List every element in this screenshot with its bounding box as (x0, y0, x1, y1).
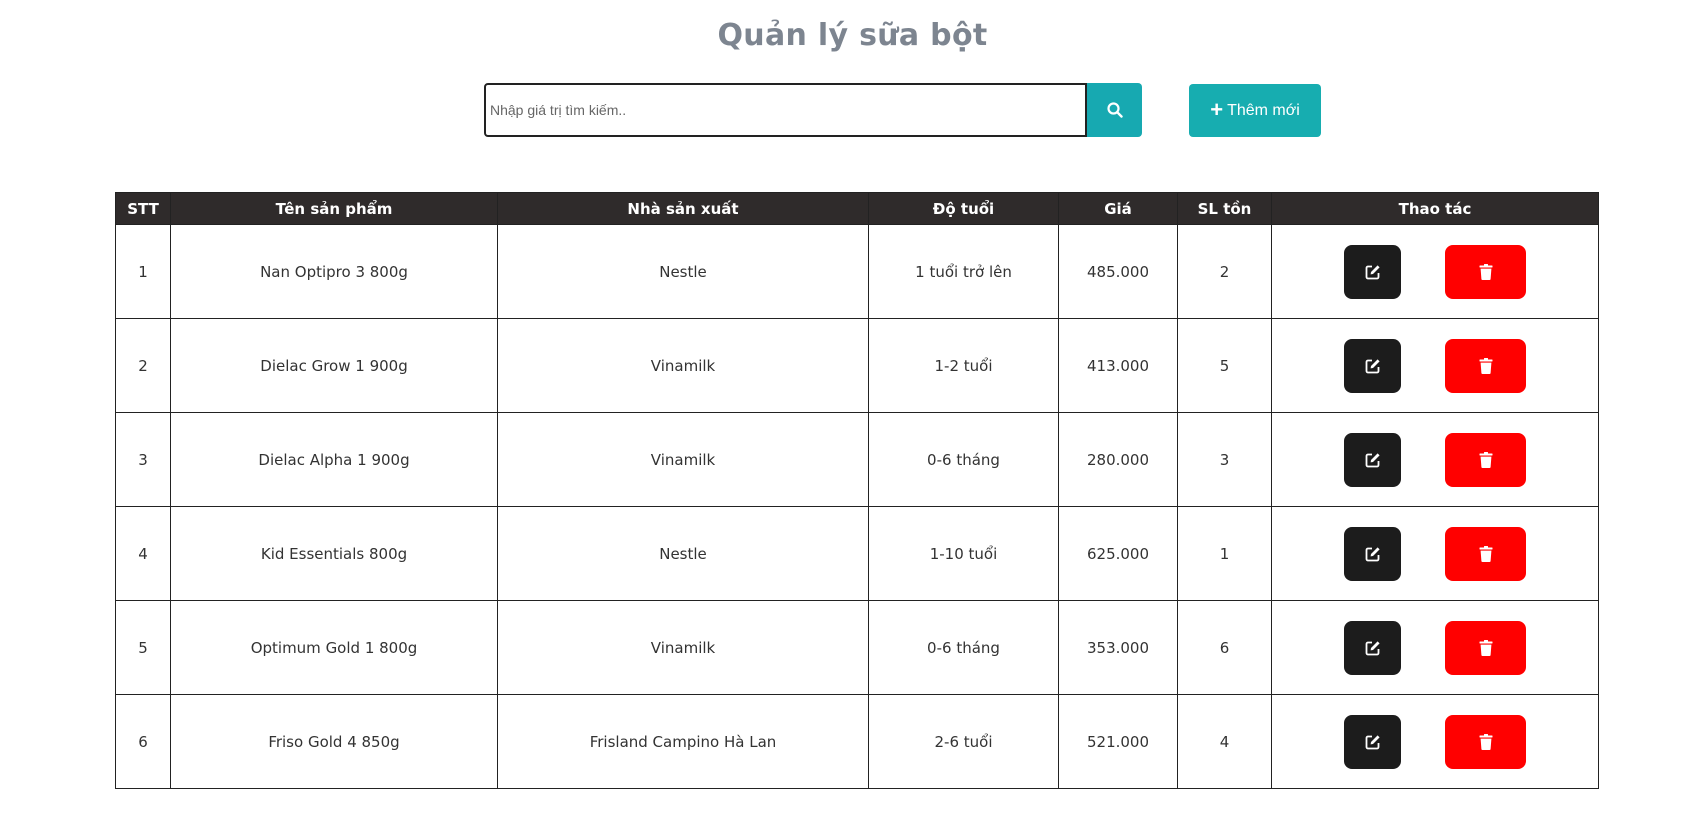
table-row: 1 Nan Optipro 3 800g Nestle 1 tuổi trở l… (115, 224, 1599, 319)
cell-price: 353.000 (1058, 600, 1178, 695)
cell-manufacturer: Frisland Campino Hà Lan (497, 694, 869, 789)
table-row: 4 Kid Essentials 800g Nestle 1-10 tuổi 6… (115, 506, 1599, 601)
cell-product-name: Kid Essentials 800g (170, 506, 498, 601)
cell-stt: 4 (115, 506, 171, 601)
product-table: STT Tên sản phẩm Nhà sản xuất Độ tuổi Gi… (115, 192, 1599, 789)
table-header-row: STT Tên sản phẩm Nhà sản xuất Độ tuổi Gi… (115, 192, 1599, 225)
cell-manufacturer: Vinamilk (497, 318, 869, 413)
trash-icon (1479, 357, 1492, 374)
header-stt: STT (115, 192, 171, 225)
cell-actions (1271, 506, 1599, 601)
table-row: 6 Friso Gold 4 850g Frisland Campino Hà … (115, 694, 1599, 789)
row-actions (1272, 432, 1598, 487)
page-title: Quản lý sữa bột (717, 18, 988, 53)
trash-icon (1479, 733, 1492, 750)
cell-stt: 1 (115, 224, 171, 319)
cell-stock: 3 (1177, 412, 1272, 507)
search-icon (1106, 102, 1123, 118)
header-price: Giá (1058, 192, 1178, 225)
edit-icon (1365, 358, 1380, 373)
header-product-name: Tên sản phẩm (170, 192, 498, 225)
add-new-button[interactable]: + Thêm mới (1189, 84, 1321, 137)
cell-price: 625.000 (1058, 506, 1178, 601)
cell-product-name: Friso Gold 4 850g (170, 694, 498, 789)
cell-product-name: Dielac Grow 1 900g (170, 318, 498, 413)
row-actions (1272, 620, 1598, 675)
edit-icon (1365, 264, 1380, 279)
cell-stt: 6 (115, 694, 171, 789)
cell-stock: 1 (1177, 506, 1272, 601)
edit-button[interactable] (1344, 714, 1401, 769)
edit-button[interactable] (1344, 432, 1401, 487)
delete-button[interactable] (1445, 714, 1526, 769)
cell-product-name: Dielac Alpha 1 900g (170, 412, 498, 507)
cell-stt: 2 (115, 318, 171, 413)
cell-stock: 5 (1177, 318, 1272, 413)
cell-product-name: Optimum Gold 1 800g (170, 600, 498, 695)
search-button[interactable] (1087, 83, 1142, 137)
plus-icon: + (1210, 96, 1224, 122)
cell-manufacturer: Nestle (497, 224, 869, 319)
cell-price: 413.000 (1058, 318, 1178, 413)
cell-stock: 4 (1177, 694, 1272, 789)
cell-stock: 2 (1177, 224, 1272, 319)
cell-actions (1271, 694, 1599, 789)
cell-actions (1271, 412, 1599, 507)
edit-icon (1365, 452, 1380, 467)
edit-button[interactable] (1344, 620, 1401, 675)
cell-actions (1271, 224, 1599, 319)
add-new-label: Thêm mới (1227, 101, 1300, 119)
trash-icon (1479, 639, 1492, 656)
trash-icon (1479, 545, 1492, 562)
cell-age: 0-6 tháng (868, 600, 1059, 695)
cell-age: 2-6 tuổi (868, 694, 1059, 789)
cell-actions (1271, 600, 1599, 695)
edit-button[interactable] (1344, 338, 1401, 393)
header-manufacturer: Nhà sản xuất (497, 192, 869, 225)
header-stock: SL tồn (1177, 192, 1272, 225)
edit-icon (1365, 734, 1380, 749)
cell-manufacturer: Vinamilk (497, 412, 869, 507)
row-actions (1272, 714, 1598, 769)
delete-button[interactable] (1445, 338, 1526, 393)
delete-button[interactable] (1445, 526, 1526, 581)
cell-age: 1 tuổi trở lên (868, 224, 1059, 319)
edit-icon (1365, 640, 1380, 655)
table-row: 5 Optimum Gold 1 800g Vinamilk 0-6 tháng… (115, 600, 1599, 695)
cell-stock: 6 (1177, 600, 1272, 695)
cell-age: 0-6 tháng (868, 412, 1059, 507)
cell-age: 1-2 tuổi (868, 318, 1059, 413)
table-row: 2 Dielac Grow 1 900g Vinamilk 1-2 tuổi 4… (115, 318, 1599, 413)
edit-icon (1365, 546, 1380, 561)
edit-button[interactable] (1344, 244, 1401, 299)
row-actions (1272, 244, 1598, 299)
table-row: 3 Dielac Alpha 1 900g Vinamilk 0-6 tháng… (115, 412, 1599, 507)
cell-actions (1271, 318, 1599, 413)
cell-stt: 3 (115, 412, 171, 507)
search-input[interactable] (484, 83, 1087, 137)
delete-button[interactable] (1445, 432, 1526, 487)
header-age: Độ tuổi (868, 192, 1059, 225)
row-actions (1272, 338, 1598, 393)
delete-button[interactable] (1445, 244, 1526, 299)
cell-price: 485.000 (1058, 224, 1178, 319)
delete-button[interactable] (1445, 620, 1526, 675)
trash-icon (1479, 263, 1492, 280)
header-actions: Thao tác (1271, 192, 1599, 225)
cell-price: 280.000 (1058, 412, 1178, 507)
row-actions (1272, 526, 1598, 581)
page: Quản lý sữa bột + Thêm mới STT Tên sản p (0, 0, 1705, 836)
cell-manufacturer: Vinamilk (497, 600, 869, 695)
cell-price: 521.000 (1058, 694, 1178, 789)
cell-product-name: Nan Optipro 3 800g (170, 224, 498, 319)
search-bar (484, 83, 1142, 137)
cell-manufacturer: Nestle (497, 506, 869, 601)
edit-button[interactable] (1344, 526, 1401, 581)
trash-icon (1479, 451, 1492, 468)
cell-age: 1-10 tuổi (868, 506, 1059, 601)
cell-stt: 5 (115, 600, 171, 695)
